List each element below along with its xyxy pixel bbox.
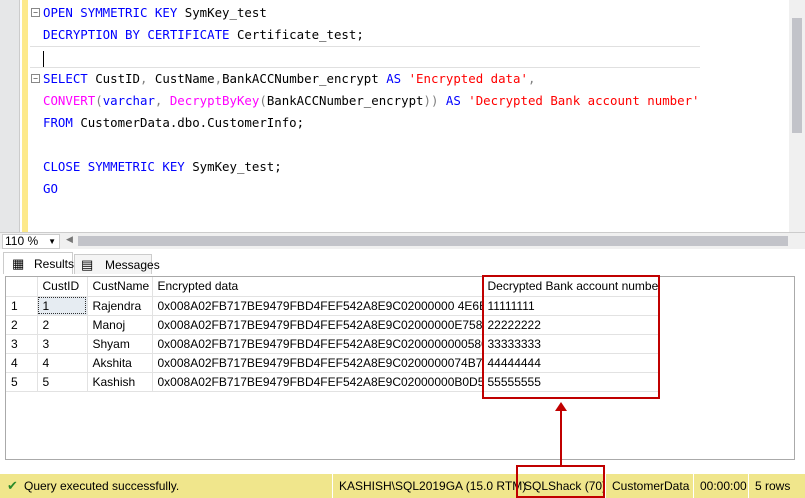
- code-token: SymKey_test;: [192, 159, 282, 174]
- result-tabs: ▦ Results ▤ Messages: [0, 252, 805, 274]
- grid-cell[interactable]: 0x008A02FB717BE9479FBD4FEF542A8E9C020000…: [152, 315, 483, 335]
- vertical-scrollbar[interactable]: [789, 0, 805, 232]
- status-bar: ✔ Query executed successfully. KASHISH\S…: [0, 474, 805, 498]
- grid-cell[interactable]: 5: [37, 372, 88, 392]
- code-token: CustName: [154, 71, 215, 86]
- chevron-down-icon: ▼: [48, 237, 56, 246]
- code-token: CustomerData.dbo.CustomerInfo;: [80, 115, 305, 130]
- code-token: ,: [214, 71, 223, 86]
- code-token: 'Encrypted data': [408, 71, 528, 86]
- grid-cell[interactable]: 2: [37, 315, 88, 335]
- query-editor[interactable]: − OPEN SYMMETRIC KEY SymKey_test DECRYPTIO…: [0, 0, 805, 232]
- code-token: AS: [386, 71, 409, 86]
- database-name: CustomerData: [605, 474, 689, 498]
- grid-cell[interactable]: 4: [37, 353, 88, 373]
- annotation-arrow: [560, 406, 562, 466]
- code-token: DecryptByKey: [169, 93, 260, 108]
- row-number[interactable]: 5: [6, 372, 38, 392]
- code-token: (: [259, 93, 267, 108]
- server-name: KASHISH\SQL2019GA (15.0 RTM): [332, 474, 526, 498]
- grid-cell[interactable]: Akshita: [87, 353, 153, 373]
- code-line[interactable]: − SELECT CustID, CustName,BankACCNumber_e…: [30, 68, 700, 90]
- grid-cell[interactable]: 0x008A02FB717BE9479FBD4FEF542A8E9C020000…: [152, 334, 483, 354]
- code-token: SELECT: [43, 71, 96, 86]
- code-line[interactable]: CLOSE SYMMETRIC KEY SymKey_test;: [30, 156, 700, 178]
- code-token: BankACCNumber_encrypt: [222, 71, 387, 86]
- highlight-user-session: [516, 465, 605, 498]
- code-token: FROM: [43, 115, 81, 130]
- code-line[interactable]: DECRYPTION BY CERTIFICATE Certificate_te…: [30, 24, 700, 46]
- code-token: varchar: [102, 93, 155, 108]
- grid-icon: ▦: [12, 256, 25, 271]
- scrollbar-thumb[interactable]: [792, 18, 802, 133]
- row-number[interactable]: 2: [6, 315, 38, 335]
- code-line[interactable]: − OPEN SYMMETRIC KEY SymKey_test: [30, 2, 700, 24]
- code-token: AS: [445, 93, 469, 108]
- code-line[interactable]: [30, 46, 700, 68]
- column-header[interactable]: CustID: [37, 277, 88, 297]
- zoom-value: 110 %: [5, 234, 39, 248]
- code-token: CLOSE SYMMETRIC KEY: [43, 159, 193, 174]
- zoom-dropdown[interactable]: 110 % ▼: [2, 234, 60, 249]
- code-token: )): [423, 93, 446, 108]
- success-check-icon: ✔: [7, 478, 18, 493]
- column-header[interactable]: Encrypted data: [152, 277, 483, 297]
- grid-cell[interactable]: 3: [37, 334, 88, 354]
- row-number[interactable]: 4: [6, 353, 38, 373]
- code-token: CustID: [95, 71, 140, 86]
- code-token: ,: [527, 71, 536, 86]
- horizontal-scrollbar[interactable]: [78, 236, 788, 246]
- tab-results[interactable]: ▦ Results: [3, 252, 75, 274]
- zoom-bar: 110 % ▼ ◀: [0, 232, 805, 249]
- code-token: DECRYPTION BY CERTIFICATE: [43, 27, 237, 42]
- code-token: OPEN SYMMETRIC KEY: [43, 5, 185, 20]
- row-count: 5 rows: [748, 474, 790, 498]
- row-number[interactable]: 1: [6, 296, 38, 316]
- collapse-icon[interactable]: −: [31, 74, 40, 83]
- tab-label: Results: [34, 257, 75, 271]
- code-token: 'Decrypted Bank account number': [468, 93, 700, 108]
- code-area[interactable]: − OPEN SYMMETRIC KEY SymKey_test DECRYPTIO…: [30, 2, 700, 200]
- code-line[interactable]: GO: [30, 178, 700, 200]
- grid-cell[interactable]: 0x008A02FB717BE9479FBD4FEF542A8E9C020000…: [152, 372, 483, 392]
- column-header[interactable]: [6, 277, 38, 297]
- grid-cell[interactable]: 1: [37, 296, 88, 316]
- code-token: (: [95, 93, 103, 108]
- elapsed-time: 00:00:00: [693, 474, 747, 498]
- tab-label: Messages: [105, 258, 160, 272]
- highlight-decrypted-column: [482, 275, 660, 399]
- code-token: SymKey_test: [184, 5, 267, 20]
- grid-cell[interactable]: Kashish: [87, 372, 153, 392]
- row-number[interactable]: 3: [6, 334, 38, 354]
- code-token: BankACCNumber_encrypt: [266, 93, 424, 108]
- editor-gutter: [0, 0, 20, 232]
- code-token: GO: [43, 181, 58, 196]
- code-line[interactable]: [30, 134, 700, 156]
- code-line[interactable]: FROM CustomerData.dbo.CustomerInfo;: [30, 112, 700, 134]
- grid-cell[interactable]: Shyam: [87, 334, 153, 354]
- code-line[interactable]: CONVERT(varchar, DecryptByKey(BankACCNum…: [30, 90, 700, 112]
- status-message: Query executed successfully.: [24, 479, 180, 493]
- text-cursor: [43, 50, 44, 67]
- results-grid[interactable]: CustID CustName Encrypted data Decrypted Ba…: [5, 276, 795, 460]
- grid-cell[interactable]: Manoj: [87, 315, 153, 335]
- change-tracking-bar: [22, 0, 28, 232]
- code-token: Certificate_test;: [236, 27, 364, 42]
- tab-messages[interactable]: ▤ Messages: [74, 254, 160, 274]
- grid-cell[interactable]: Rajendra: [87, 296, 153, 316]
- grid-cell[interactable]: 0x008A02FB717BE9479FBD4FEF542A8E9C020000…: [152, 353, 483, 373]
- code-token: ,: [139, 71, 155, 86]
- code-token: CONVERT: [43, 93, 96, 108]
- column-header[interactable]: CustName: [87, 277, 153, 297]
- grid-cell[interactable]: 0x008A02FB717BE9479FBD4FEF542A8E9C020000…: [152, 296, 483, 316]
- messages-icon: ▤: [81, 257, 94, 272]
- collapse-icon[interactable]: −: [31, 8, 40, 17]
- scroll-left-icon[interactable]: ◀: [66, 234, 73, 245]
- code-token: ,: [154, 93, 170, 108]
